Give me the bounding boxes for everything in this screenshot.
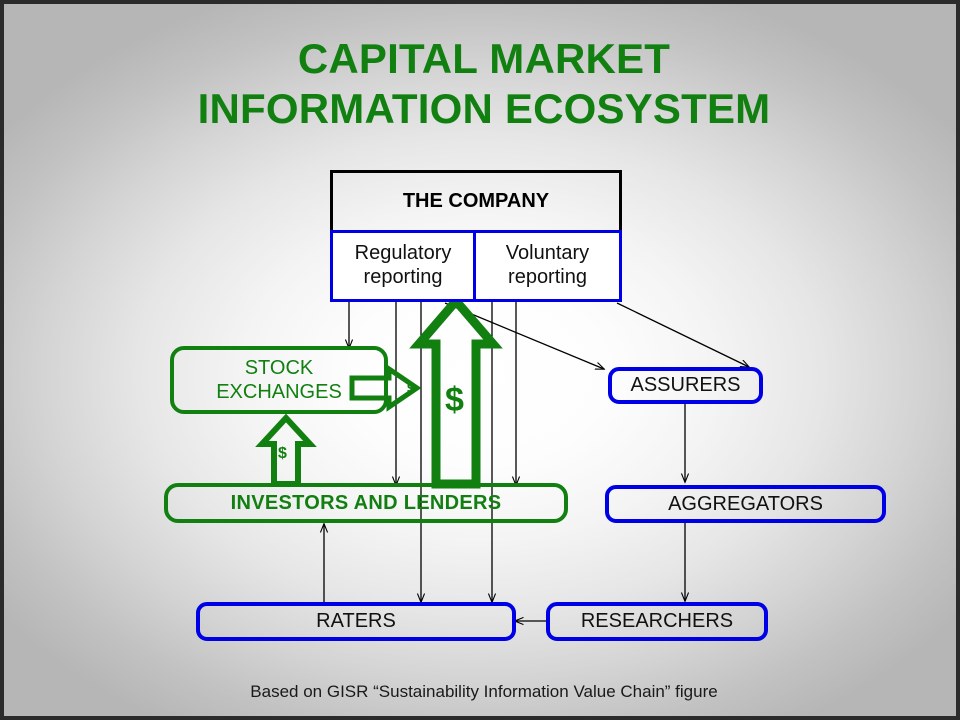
title-line-1: CAPITAL MARKET [297, 35, 671, 82]
voluntary-reporting-line-2: reporting [508, 266, 587, 288]
node-aggregators[interactable]: AGGREGATORS [605, 485, 886, 523]
source-caption: Based on GISR “Sustainability Informatio… [250, 682, 718, 701]
stock-exchanges-line-1: STOCK [244, 357, 314, 379]
node-raters-label: RATERS [316, 610, 396, 632]
node-the-company[interactable]: THE COMPANY [330, 170, 622, 230]
stock-exchanges-line-2: EXCHANGES [216, 381, 342, 403]
investor-exchange-dollar-symbol: $ [278, 445, 287, 462]
slide-canvas: CAPITAL MARKET INFORMATION ECOSYSTEM THE… [0, 0, 960, 720]
regulatory-reporting-line-2: reporting [363, 266, 443, 288]
node-assurers-label: ASSURERS [630, 374, 741, 396]
node-researchers[interactable]: RESEARCHERS [546, 602, 768, 641]
node-researchers-label: RESEARCHERS [580, 610, 734, 632]
node-the-company-label: THE COMPANY [402, 190, 550, 212]
page-title: CAPITAL MARKET INFORMATION ECOSYSTEM [4, 34, 956, 134]
node-raters[interactable]: RATERS [196, 602, 516, 641]
thin-arrow-group [324, 301, 749, 621]
node-voluntary-reporting[interactable]: Voluntary reporting [473, 230, 622, 302]
regulatory-reporting-line-1: Regulatory [354, 242, 452, 265]
node-investors-and-lenders-label: INVESTORS AND LENDERS [230, 492, 502, 514]
node-assurers[interactable]: ASSURERS [608, 367, 763, 404]
node-aggregators-label: AGGREGATORS [668, 492, 823, 515]
node-investors-and-lenders[interactable]: INVESTORS AND LENDERS [164, 483, 568, 523]
exchange-fee-dollar-symbol: $ [407, 380, 415, 396]
node-stock-exchanges[interactable]: STOCK EXCHANGES [170, 346, 388, 414]
capital-flow-dollar-symbol: $ [445, 381, 464, 419]
title-line-2: INFORMATION ECOSYSTEM [197, 84, 771, 132]
arrow-regulatory-to-assurers [444, 302, 604, 369]
voluntary-reporting-line-1: Voluntary [505, 242, 590, 265]
arrow-voluntary-to-assurers [616, 302, 749, 367]
node-regulatory-reporting[interactable]: Regulatory reporting [330, 230, 476, 302]
